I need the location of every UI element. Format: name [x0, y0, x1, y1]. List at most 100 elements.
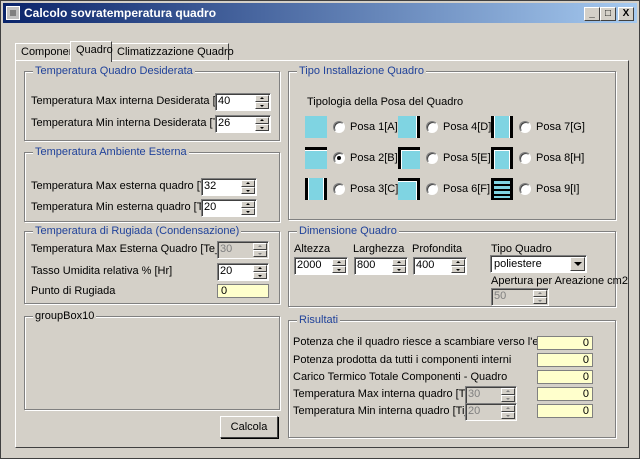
- dew-te-max-label: Temperatura Max Esterna Quadro [Te_max]: [31, 243, 245, 255]
- pose-1-label[interactable]: Posa 1[A]: [350, 121, 398, 133]
- group-dimensions-title: Dimensione Quadro: [297, 225, 399, 237]
- pose-7-label[interactable]: Posa 7[G]: [536, 121, 585, 133]
- pose-2-icon: [305, 147, 327, 169]
- vent-up-button: [533, 290, 547, 297]
- pose-3-label[interactable]: Posa 3[C]: [350, 183, 398, 195]
- group-dimensions: Dimensione Quadro Altezza Larghezza Prof…: [288, 225, 628, 307]
- maximize-button[interactable]: □: [600, 7, 616, 21]
- te-min-up-button[interactable]: [241, 201, 255, 208]
- width-input[interactable]: [357, 259, 391, 271]
- pose-3-radio[interactable]: [333, 183, 345, 195]
- title-bar[interactable]: Calcolo sovratemperatura quadro _ □ X: [3, 3, 637, 23]
- group-dew-point: Temperatura di Rugiada (Condensazione) T…: [24, 225, 280, 304]
- ti-min-input: [468, 405, 500, 417]
- pose-5-radio[interactable]: [426, 152, 438, 164]
- width-up-button[interactable]: [392, 259, 406, 266]
- td-min-input[interactable]: [218, 117, 254, 129]
- te-min-input[interactable]: [204, 201, 240, 213]
- dew-te-max-stepper: [217, 241, 269, 259]
- te-min-down-button[interactable]: [241, 208, 255, 215]
- pose-2-radio[interactable]: [333, 152, 345, 164]
- group-ambient-temperature: Temperatura Ambiente Esterna Temperatura…: [24, 146, 280, 222]
- humidity-input[interactable]: [220, 265, 252, 277]
- pose-1-radio[interactable]: [333, 121, 345, 133]
- dew-te-max-down-button: [253, 250, 267, 257]
- groupbox10-title: groupBox10: [33, 310, 97, 322]
- vent-stepper: [491, 288, 549, 306]
- dew-point-value: 0: [217, 284, 269, 298]
- app-window: Calcolo sovratemperatura quadro _ □ X Co…: [0, 0, 640, 459]
- thermal-load-value: 0: [537, 370, 593, 384]
- pose-5-label[interactable]: Posa 5[E]: [443, 152, 491, 164]
- tab-panel-quadro: Temperatura Quadro Desiderata Temperatur…: [15, 60, 629, 448]
- te-min-stepper[interactable]: [201, 199, 257, 217]
- chevron-down-icon[interactable]: [570, 257, 585, 271]
- td-max-up-button[interactable]: [255, 95, 269, 102]
- ti-min-value: 0: [537, 404, 593, 418]
- pose-6-label[interactable]: Posa 6[F]: [443, 183, 490, 195]
- depth-down-button[interactable]: [451, 266, 465, 273]
- te-max-input[interactable]: [204, 180, 240, 192]
- td-min-down-button[interactable]: [255, 124, 269, 131]
- type-select[interactable]: poliestere: [490, 255, 587, 273]
- pose-8-label[interactable]: Posa 8[H]: [536, 152, 584, 164]
- td-min-stepper[interactable]: [215, 115, 271, 133]
- tab-climatizzazione-quadro[interactable]: Climatizzazione Quadro: [111, 43, 234, 61]
- depth-stepper[interactable]: [413, 257, 467, 275]
- ti-min-stepper: [465, 403, 517, 421]
- depth-up-button[interactable]: [451, 259, 465, 266]
- te-max-stepper[interactable]: [201, 178, 257, 196]
- calcola-button[interactable]: Calcola: [220, 416, 278, 438]
- height-stepper[interactable]: [294, 257, 348, 275]
- td-max-stepper[interactable]: [215, 93, 271, 111]
- app-window-icon[interactable]: [6, 6, 20, 20]
- td-max-input[interactable]: [218, 95, 254, 107]
- humidity-stepper[interactable]: [217, 263, 269, 281]
- humidity-up-button[interactable]: [253, 265, 267, 272]
- te-max-down-button[interactable]: [241, 187, 255, 194]
- power-exchange-value: 0: [537, 336, 593, 350]
- height-down-button[interactable]: [332, 266, 346, 273]
- pose-2-label[interactable]: Posa 2[B]: [350, 152, 398, 164]
- td-max-down-button[interactable]: [255, 102, 269, 109]
- group-desired-temperature-title: Temperatura Quadro Desiderata: [33, 65, 195, 77]
- pose-4-radio[interactable]: [426, 121, 438, 133]
- tab-quadro[interactable]: Quadro: [70, 41, 113, 62]
- te-max-up-button[interactable]: [241, 180, 255, 187]
- ti-min-label: Temperatura Min interna quadro [Ti_min]: [293, 405, 492, 417]
- depth-input[interactable]: [416, 259, 450, 271]
- power-produced-value: 0: [537, 353, 593, 367]
- humidity-down-button[interactable]: [253, 272, 267, 279]
- dew-point-label: Punto di Rugiada: [31, 285, 116, 297]
- depth-label: Profondita: [412, 243, 463, 255]
- pose-5-icon: [398, 147, 420, 169]
- ti-max-value: 0: [537, 387, 593, 401]
- pose-9-radio[interactable]: [519, 183, 531, 195]
- pose-6-radio[interactable]: [426, 183, 438, 195]
- group-results-title: Risultati: [297, 314, 341, 326]
- humidity-label: Tasso Umidita relativa % [Hr]: [31, 265, 173, 277]
- pose-8-radio[interactable]: [519, 152, 531, 164]
- width-down-button[interactable]: [392, 266, 406, 273]
- td-min-up-button[interactable]: [255, 117, 269, 124]
- height-input[interactable]: [297, 259, 331, 271]
- pose-4-label[interactable]: Posa 4[D]: [443, 121, 491, 133]
- installation-subtitle: Tipologia della Posa del Quadro: [307, 96, 464, 108]
- type-label: Tipo Quadro: [491, 243, 552, 255]
- pose-9-label[interactable]: Posa 9[I]: [536, 183, 579, 195]
- tab-componenti[interactable]: Componenti: [15, 43, 80, 61]
- close-button[interactable]: X: [618, 7, 634, 21]
- vent-down-button: [533, 297, 547, 304]
- type-select-value: poliestere: [494, 258, 542, 270]
- group-results: Risultati Potenza che il quadro riesce a…: [288, 314, 616, 438]
- ti-min-down-button: [501, 412, 515, 419]
- minimize-button[interactable]: _: [584, 7, 600, 21]
- pose-7-radio[interactable]: [519, 121, 531, 133]
- vent-input: [494, 290, 532, 302]
- pose-3-icon: [305, 178, 327, 200]
- group-installation-type-title: Tipo Installazione Quadro: [297, 65, 426, 77]
- width-stepper[interactable]: [354, 257, 408, 275]
- groupbox10: groupBox10: [24, 310, 280, 410]
- power-produced-label: Potenza prodotta da tutti i componenti i…: [293, 354, 512, 366]
- height-up-button[interactable]: [332, 259, 346, 266]
